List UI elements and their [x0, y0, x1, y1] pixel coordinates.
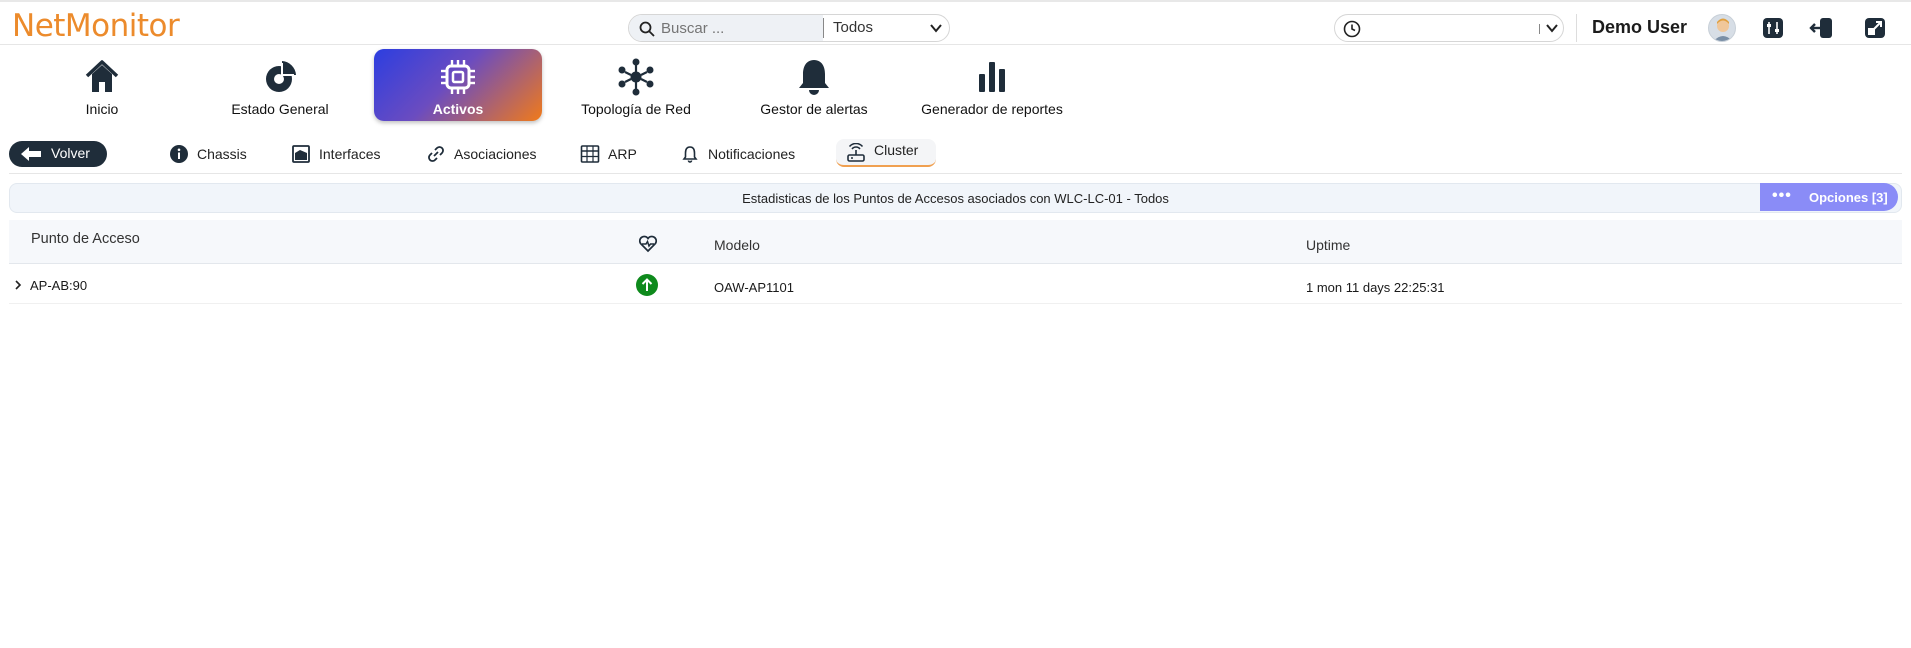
tab-label: ARP: [608, 146, 637, 162]
cell-model: OAW-AP1101: [714, 280, 794, 295]
top-bar: NetMonitor Todos Demo User: [0, 0, 1911, 45]
panel-header: Estadisticas de los Puntos de Accesos as…: [9, 183, 1902, 213]
chevron-down-icon[interactable]: [1545, 21, 1559, 35]
link-icon: [428, 146, 444, 162]
table-row[interactable]: AP-AB:90 OAW-AP1101 1 mon 11 days 22:25:…: [9, 266, 1902, 304]
chevron-down-icon[interactable]: [929, 21, 943, 35]
chart-donut-icon: [266, 61, 296, 92]
back-label: Volver: [51, 145, 90, 161]
tab-cluster[interactable]: Cluster: [836, 139, 936, 167]
tab-label: Interfaces: [319, 146, 381, 162]
header-divider: [1576, 14, 1577, 42]
clock-icon: [1343, 20, 1361, 38]
tab-label: Asociaciones: [454, 146, 537, 162]
nav-estado-general[interactable]: Estado General: [196, 49, 364, 121]
table-icon: [580, 145, 600, 163]
bell-small-icon: [682, 146, 698, 163]
subnav-divider: [9, 173, 1902, 174]
network-icon: [618, 58, 654, 96]
panel-title: Estadisticas de los Puntos de Accesos as…: [742, 191, 1169, 206]
bar-chart-icon: [979, 62, 1005, 92]
avatar[interactable]: [1708, 14, 1736, 42]
nav-topologia[interactable]: Topología de Red: [552, 49, 720, 121]
tab-interfaces[interactable]: Interfaces: [291, 144, 401, 168]
options-label: Opciones [3]: [1809, 190, 1888, 205]
search-input[interactable]: [661, 18, 819, 38]
nav-generador-reportes[interactable]: Generador de reportes: [908, 49, 1076, 121]
tab-label: Cluster: [874, 142, 919, 158]
nav-label: Inicio: [85, 101, 119, 117]
tab-label: Notificaciones: [708, 146, 796, 162]
nav-label: Estado General: [231, 101, 329, 117]
more-dots-icon: •••: [1772, 187, 1792, 204]
info-icon: [170, 145, 188, 163]
nav-label: Activos: [432, 101, 484, 117]
home-icon: [85, 60, 119, 92]
search-divider: [823, 18, 824, 38]
column-header-ap[interactable]: Punto de Acceso: [31, 231, 140, 247]
cell-uptime: 1 mon 11 days 22:25:31: [1306, 280, 1445, 295]
tab-label: Chassis: [197, 146, 247, 162]
fullscreen-icon[interactable]: [1862, 15, 1888, 41]
back-button[interactable]: Volver: [9, 141, 107, 167]
status-up-badge: [636, 274, 658, 296]
arrow-left-icon: [21, 147, 41, 161]
nav-inicio[interactable]: Inicio: [18, 49, 186, 121]
search-scope-select[interactable]: Todos: [833, 19, 873, 36]
user-avatar-icon: [1713, 18, 1733, 41]
cell-ap: AP-AB:90: [30, 278, 88, 293]
search-icon: [639, 21, 655, 37]
chip-icon: [441, 60, 475, 94]
app-logo[interactable]: NetMonitor: [12, 8, 180, 44]
table-header: Punto de Acceso Modelo Uptime: [9, 220, 1902, 264]
options-button[interactable]: ••• Opciones [3]: [1760, 183, 1898, 211]
settings-sliders-icon[interactable]: [1760, 15, 1786, 41]
column-header-uptime[interactable]: Uptime: [1306, 237, 1350, 253]
time-range-select[interactable]: [1334, 14, 1564, 42]
search-box: Todos: [628, 14, 950, 42]
nav-label: Generador de reportes: [921, 101, 1063, 117]
router-icon: [847, 143, 865, 162]
nav-label: Gestor de alertas: [760, 101, 868, 117]
column-header-model[interactable]: Modelo: [714, 237, 760, 253]
tab-notificaciones[interactable]: Notificaciones: [680, 144, 810, 168]
heart-status-icon[interactable]: [638, 235, 658, 253]
chevron-right-icon[interactable]: [14, 280, 22, 290]
logout-icon[interactable]: [1809, 15, 1835, 41]
nav-label: Topología de Red: [581, 101, 691, 117]
bell-icon: [799, 60, 829, 95]
interface-icon: [292, 145, 310, 163]
arrow-up-icon: [641, 278, 653, 291]
tab-arp[interactable]: ARP: [580, 144, 650, 168]
nav-activos[interactable]: Activos: [374, 49, 542, 121]
tab-chassis[interactable]: Chassis: [169, 144, 259, 168]
tab-asociaciones[interactable]: Asociaciones: [426, 144, 546, 168]
user-name[interactable]: Demo User: [1592, 17, 1687, 38]
time-range-divider: [1539, 24, 1540, 34]
nav-gestor-alertas[interactable]: Gestor de alertas: [730, 49, 898, 121]
